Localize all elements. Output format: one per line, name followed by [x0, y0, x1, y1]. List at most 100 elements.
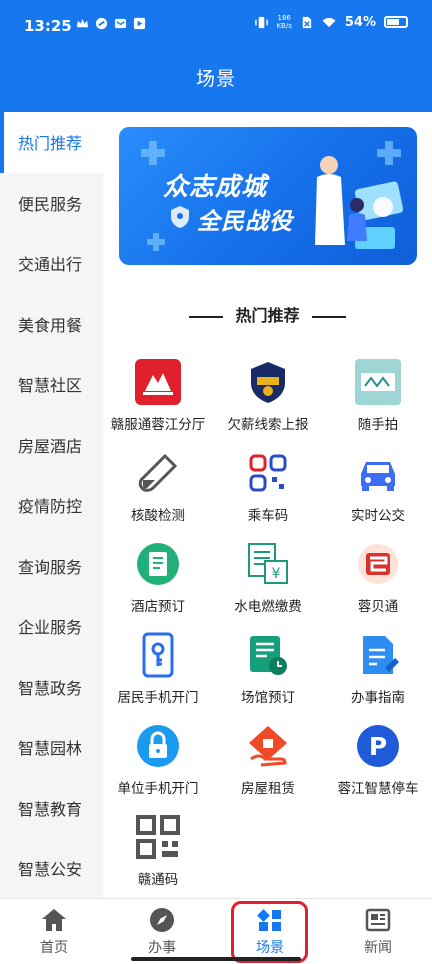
shield-icon	[171, 206, 189, 228]
ganton-qr-icon	[136, 815, 180, 859]
service-ganfutong[interactable]: 赣服通蓉江分厅	[103, 359, 213, 433]
sidebar-item-housing[interactable]: 房屋酒店	[0, 415, 103, 476]
venue-booking-icon	[250, 636, 287, 675]
section-title-text: 热门推荐	[235, 306, 300, 325]
nav-home-label: 首页	[40, 940, 68, 956]
network-speed-unit: KB/s	[276, 22, 292, 30]
lock-icon	[137, 725, 179, 767]
status-time: 13:25	[24, 17, 72, 35]
compass-icon	[150, 908, 174, 932]
wifi-icon	[322, 17, 336, 27]
banner-line-2: 全民战役	[197, 209, 293, 235]
service-rongbeitong[interactable]: 蓉贝通	[323, 541, 432, 615]
service-realtime-bus[interactable]: 实时公交	[323, 450, 432, 524]
service-label: 实时公交	[351, 508, 405, 524]
sidebar-item-community[interactable]: 智慧社区	[0, 354, 103, 415]
sidebar-item-food[interactable]: 美食用餐	[0, 294, 103, 355]
service-hotel-booking[interactable]: 酒店预订	[103, 541, 213, 615]
app-notification-icon	[95, 17, 108, 30]
guide-icon	[363, 636, 399, 674]
service-nucleic-test[interactable]: 核酸检测	[103, 450, 213, 524]
battery-icon	[384, 16, 408, 28]
doctor-illustration	[315, 156, 404, 249]
service-label: 核酸检测	[131, 508, 185, 524]
network-speed: 186 KB/s	[276, 14, 291, 30]
sidebar-item-garden[interactable]: 智慧园林	[0, 717, 103, 778]
sidebar-item-epidemic[interactable]: 疫情防控	[0, 475, 103, 536]
status-right: 186 KB/s 54%	[255, 14, 408, 30]
nav-services[interactable]: 办事	[108, 907, 216, 957]
section-heading: 热门推荐	[103, 302, 432, 326]
crown-icon	[76, 18, 89, 28]
heading-dash-left	[189, 315, 224, 318]
house-rental-icon	[249, 726, 287, 767]
qr-code-icon	[249, 454, 287, 492]
service-ride-code[interactable]: 乘车码	[213, 450, 323, 524]
page-title: 场景	[195, 68, 236, 90]
service-label: 水电燃缴费	[234, 599, 302, 615]
nav-home[interactable]: 首页	[0, 907, 108, 957]
nav-news-label: 新闻	[364, 940, 392, 956]
sidebar-item-education[interactable]: 智慧教育	[0, 778, 103, 839]
home-icon	[42, 909, 66, 931]
svg-text:P: P	[369, 732, 387, 761]
service-label: 欠薪线索上报	[227, 417, 309, 433]
sidebar-item-convenience[interactable]: 便民服务	[0, 173, 103, 234]
app-header: 13:25 186 KB/s 54% 场景	[0, 0, 432, 112]
parking-icon: P	[357, 725, 399, 767]
phone-key-icon	[142, 632, 174, 678]
battery-percent: 54%	[344, 14, 376, 30]
service-venue-booking[interactable]: 场馆预订	[213, 632, 323, 706]
service-label: 赣通码	[137, 872, 179, 888]
category-sidebar: 热门推荐 便民服务 交通出行 美食用餐 智慧社区 房屋酒店 疫情防控 查询服务 …	[0, 112, 103, 898]
gesture-bar	[131, 957, 301, 961]
service-label: 乘车码	[247, 508, 289, 524]
sidebar-item-transport[interactable]: 交通出行	[0, 233, 103, 294]
service-smart-parking[interactable]: P 蓉江智慧停车	[323, 723, 432, 797]
svg-text:¥: ¥	[272, 566, 281, 582]
sidebar-item-police[interactable]: 智慧公安	[0, 838, 103, 898]
no-sim-icon	[302, 16, 312, 28]
bill-icon: ¥	[248, 543, 288, 584]
service-wage-report[interactable]: 欠薪线索上报	[213, 359, 323, 433]
service-label: 蓉贝通	[357, 599, 399, 615]
service-label: 居民手机开门	[117, 690, 199, 706]
active-tab-highlight	[231, 901, 308, 963]
service-label: 蓉江智慧停车	[337, 781, 419, 797]
snapshot-icon	[355, 359, 401, 405]
bottom-navigation: 首页 办事 场景 新闻	[0, 898, 432, 964]
banner-line-1: 众志成城	[163, 172, 268, 201]
service-snapshot[interactable]: 随手拍	[323, 359, 432, 433]
test-tube-icon	[138, 453, 178, 492]
sidebar-item-government[interactable]: 智慧政务	[0, 657, 103, 718]
service-unit-door[interactable]: 单位手机开门	[103, 723, 213, 797]
service-label: 单位手机开门	[117, 781, 199, 797]
service-label: 酒店预订	[131, 599, 185, 615]
status-bar: 13:25 186 KB/s 54%	[0, 0, 432, 52]
service-label: 房屋租赁	[241, 781, 295, 797]
service-label: 办事指南	[351, 690, 405, 706]
service-affairs-guide[interactable]: 办事指南	[323, 632, 432, 706]
nav-services-label: 办事	[148, 940, 176, 956]
service-utility-payment[interactable]: ¥ 水电燃缴费	[213, 541, 323, 615]
sidebar-item-enterprise[interactable]: 企业服务	[0, 596, 103, 657]
epidemic-banner[interactable]: 众志成城 全民战役	[119, 127, 417, 265]
service-house-rental[interactable]: 房屋租赁	[213, 723, 323, 797]
mail-icon	[114, 18, 127, 29]
service-gantong-code[interactable]: 赣通码	[103, 814, 213, 888]
nav-news[interactable]: 新闻	[324, 907, 432, 957]
service-label: 随手拍	[357, 417, 399, 433]
service-label: 赣服通蓉江分厅	[110, 417, 206, 433]
ganfutong-logo-icon	[135, 359, 181, 405]
document-icon	[137, 543, 179, 585]
play-icon	[133, 17, 146, 30]
network-speed-value: 186	[277, 14, 291, 22]
status-notification-icons	[76, 17, 146, 30]
sidebar-item-hot[interactable]: 热门推荐	[0, 112, 103, 173]
car-icon	[361, 462, 395, 491]
main-content: 众志成城 全民战役 热门推荐 赣服通蓉江分厅 欠薪线索上报 随手拍 核酸检测 乘…	[103, 112, 432, 898]
service-resident-door[interactable]: 居民手机开门	[103, 632, 213, 706]
vibrate-icon	[255, 16, 269, 28]
sidebar-item-query[interactable]: 查询服务	[0, 536, 103, 597]
newspaper-icon	[365, 908, 391, 932]
